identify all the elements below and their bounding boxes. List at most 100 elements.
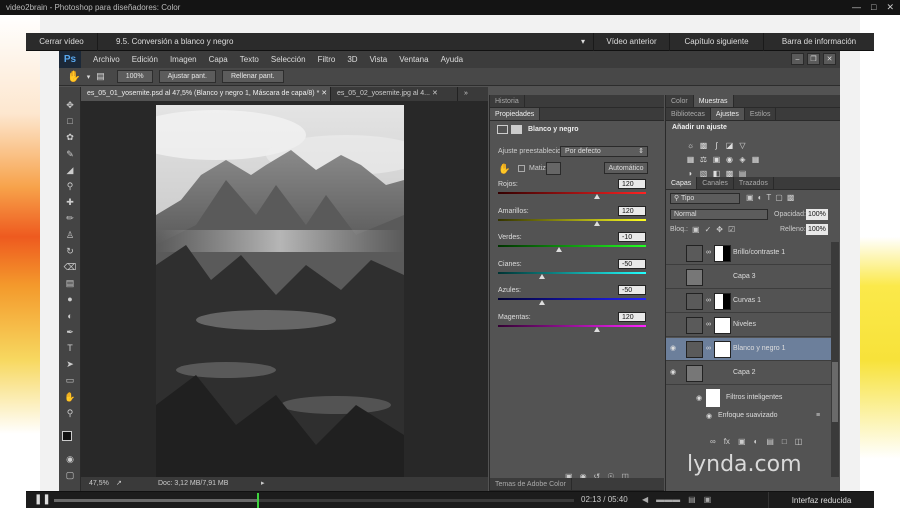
filter-pixel-icon[interactable]: ▣ bbox=[746, 193, 754, 202]
adjustment-icon[interactable] bbox=[497, 125, 508, 134]
layers-scrollbar-thumb[interactable] bbox=[832, 362, 838, 422]
progress-bar[interactable] bbox=[54, 499, 574, 502]
menu-item[interactable]: Imagen bbox=[164, 55, 203, 64]
fill-screen-button[interactable]: Rellenar pant. bbox=[221, 70, 284, 83]
filter-adjustment-icon[interactable]: ◐ bbox=[758, 193, 763, 202]
smart-sharpen-row[interactable]: ◉ Enfoque suavizado ≡ bbox=[666, 410, 831, 422]
previous-video-button[interactable]: Vídeo anterior bbox=[594, 33, 670, 51]
filter-options-icon[interactable]: ≡ bbox=[816, 412, 820, 419]
progress-knob[interactable] bbox=[256, 493, 259, 508]
tabs-overflow-icon[interactable]: » bbox=[458, 87, 474, 101]
layer-visibility-icon[interactable] bbox=[670, 249, 678, 257]
filter-shape-icon[interactable]: ▢ bbox=[775, 193, 783, 202]
info-bar-button[interactable]: Barra de información bbox=[764, 33, 874, 51]
tab-properties[interactable]: Propiedades bbox=[490, 108, 541, 120]
smart-filter-mask-thumbnail[interactable] bbox=[706, 389, 720, 407]
slider-value-input[interactable]: -50 bbox=[618, 285, 646, 295]
layer-visibility-icon[interactable] bbox=[670, 297, 678, 305]
smart-filters-row[interactable]: ◉ Filtros inteligentes bbox=[666, 386, 831, 410]
link-icon[interactable]: ∞ bbox=[706, 297, 711, 304]
close-icon[interactable]: ✕ bbox=[886, 0, 894, 15]
smart-filters-visibility-icon[interactable]: ◉ bbox=[696, 394, 702, 402]
history-brush-icon[interactable]: ↻ bbox=[62, 245, 78, 258]
gradient-tool-icon[interactable]: ▤ bbox=[62, 277, 78, 290]
menu-item[interactable]: Archivo bbox=[87, 55, 126, 64]
slider-value-input[interactable]: 120 bbox=[618, 179, 646, 189]
canvas-image[interactable] bbox=[156, 105, 404, 477]
tool-preset-chevron-icon[interactable]: ▾ bbox=[87, 73, 91, 81]
close-video-button[interactable]: Cerrar vídeo bbox=[26, 33, 98, 51]
slider-track[interactable] bbox=[498, 245, 646, 247]
path-select-tool-icon[interactable]: ➤ bbox=[62, 358, 78, 371]
slider-value-input[interactable]: -50 bbox=[618, 258, 646, 269]
add-mask-icon[interactable]: ▣ bbox=[738, 437, 746, 446]
scroll-all-windows-icon[interactable]: ▤ bbox=[96, 71, 105, 82]
menu-item[interactable]: Ventana bbox=[393, 55, 434, 64]
layer-visibility-icon[interactable]: ◉ bbox=[670, 369, 678, 377]
filter-smart-icon[interactable]: ▩ bbox=[787, 193, 795, 202]
tab-history[interactable]: Historia bbox=[490, 95, 525, 107]
slider-track[interactable] bbox=[498, 192, 646, 194]
tab-close-icon[interactable]: ✕ bbox=[321, 90, 327, 97]
export-icon[interactable]: ↗ bbox=[116, 477, 122, 491]
layer-mask-thumbnail[interactable] bbox=[714, 317, 731, 334]
slider-thumb[interactable] bbox=[594, 326, 601, 332]
tab-adobe-color[interactable]: Temas de Adobe Color bbox=[490, 478, 572, 490]
delete-layer-icon[interactable]: ◫ bbox=[795, 437, 803, 446]
layer-visibility-icon[interactable] bbox=[670, 273, 678, 281]
slider-value-input[interactable]: -10 bbox=[618, 232, 646, 242]
slider-thumb[interactable] bbox=[539, 273, 546, 279]
tint-swatch[interactable] bbox=[546, 162, 561, 175]
layer-filter-select[interactable]: ⚲ Tipo bbox=[670, 193, 740, 204]
minimize-icon[interactable]: — bbox=[852, 0, 861, 15]
fullscreen-icon[interactable]: ▣ bbox=[704, 495, 712, 504]
volume-slider[interactable]: ▬▬▬ bbox=[656, 495, 680, 504]
next-chapter-button[interactable]: Capítulo siguiente bbox=[670, 33, 764, 51]
type-tool-icon[interactable]: T bbox=[62, 342, 78, 355]
layers-scrollbar[interactable] bbox=[831, 242, 839, 477]
menu-item[interactable]: Ayuda bbox=[435, 55, 470, 64]
maximize-icon[interactable]: □ bbox=[871, 0, 876, 15]
screen-mode-icon[interactable]: ▢ bbox=[62, 469, 78, 482]
layer-visibility-icon[interactable]: ◉ bbox=[670, 345, 678, 353]
tint-checkbox[interactable] bbox=[518, 165, 525, 172]
filter-type-icon[interactable]: T bbox=[766, 193, 771, 202]
layer-mask-thumbnail[interactable] bbox=[714, 293, 731, 310]
healing-tool-icon[interactable]: ✚ bbox=[62, 196, 78, 209]
mask-icon[interactable] bbox=[511, 125, 522, 134]
ps-restore-icon[interactable]: ❐ bbox=[807, 53, 820, 65]
foreground-color-swatch[interactable] bbox=[62, 431, 72, 441]
tab-swatches[interactable]: Muestras bbox=[693, 95, 734, 107]
slider-thumb[interactable] bbox=[555, 247, 562, 252]
status-menu-icon[interactable]: ▸ bbox=[261, 477, 265, 491]
tab-styles[interactable]: Estilos bbox=[745, 108, 777, 120]
brush-tool-icon[interactable]: ✏ bbox=[62, 212, 78, 225]
zoom-tool-icon[interactable]: ⚲ bbox=[62, 407, 78, 420]
ps-minimize-icon[interactable]: – bbox=[791, 53, 804, 65]
crop-tool-icon[interactable]: ◢ bbox=[62, 164, 78, 177]
zoom-100-button[interactable]: 100% bbox=[116, 70, 153, 83]
menu-item[interactable]: Capa bbox=[203, 55, 234, 64]
document-size[interactable]: Doc: 3,12 MB/7,91 MB bbox=[158, 477, 228, 491]
slider-value-input[interactable]: 120 bbox=[618, 311, 646, 322]
opacity-input[interactable]: 100% bbox=[806, 209, 828, 220]
menu-item[interactable]: Texto bbox=[234, 55, 265, 64]
new-group-icon[interactable]: ▤ bbox=[766, 437, 774, 446]
tab-2-close-icon[interactable]: ✕ bbox=[432, 90, 438, 97]
document-tab-2[interactable]: es_05_02_yosemite.jpg al 4... ✕ bbox=[331, 87, 458, 101]
layer-row[interactable]: Capa 3 bbox=[666, 266, 831, 289]
quick-mask-icon[interactable]: ◉ bbox=[62, 453, 78, 466]
lasso-tool-icon[interactable]: ✿ bbox=[62, 131, 78, 144]
layer-row[interactable]: ◉ ∞ Blanco y negro 1 bbox=[666, 338, 831, 361]
quick-select-tool-icon[interactable]: ✎ bbox=[62, 148, 78, 161]
layer-mask-thumbnail[interactable] bbox=[714, 341, 731, 358]
blend-mode-select[interactable]: Normal bbox=[670, 209, 768, 220]
layer-row[interactable]: ∞ Curvas 1 bbox=[666, 290, 831, 313]
menu-item[interactable]: Selección bbox=[265, 55, 312, 64]
slider-value-input[interactable]: 120 bbox=[618, 205, 646, 216]
eyedropper-tool-icon[interactable]: ⚲ bbox=[62, 180, 78, 193]
link-icon[interactable]: ∞ bbox=[706, 321, 711, 328]
document-tab-active[interactable]: es_05_01_yosemite.psd al 47,5% (Blanco y… bbox=[81, 87, 331, 101]
chapter-select[interactable]: 9.5. Conversión a blanco y negro ▾ bbox=[98, 33, 594, 51]
tab-adjustments[interactable]: Ajustes bbox=[710, 108, 745, 120]
